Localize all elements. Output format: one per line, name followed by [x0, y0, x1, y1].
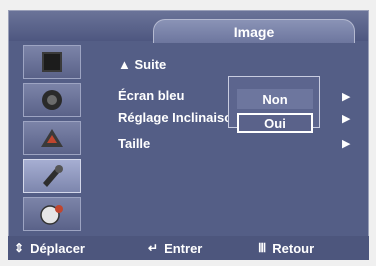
- menu-item-reglage-inclinaison[interactable]: Réglage Inclinaiso: [118, 110, 236, 125]
- menu-item-ecran-bleu[interactable]: Écran bleu: [118, 88, 184, 103]
- satellite-dish-icon: [41, 129, 63, 147]
- option-dropdown: Non Oui: [228, 76, 320, 133]
- menu-item-suite[interactable]: ▲ Suite: [118, 57, 166, 72]
- hint-return-label: Retour: [272, 240, 315, 256]
- hint-move: ⇕ Déplacer: [14, 236, 85, 260]
- sidebar-item-channel[interactable]: [23, 121, 81, 155]
- arrow-right-icon: ▶: [342, 91, 351, 103]
- sidebar-item-input[interactable]: [23, 197, 81, 231]
- speaker-icon: [42, 90, 62, 110]
- option-oui[interactable]: Oui: [237, 113, 313, 133]
- globe-gear-icon: [40, 205, 63, 225]
- menu-panel: Image: [8, 10, 369, 260]
- sidebar-item-picture[interactable]: [23, 45, 81, 79]
- enter-icon: ↵: [148, 241, 159, 255]
- page-title: Image: [153, 19, 355, 43]
- settings-tools-icon: [43, 165, 63, 187]
- option-non[interactable]: Non: [237, 89, 313, 109]
- sidebar-item-setup[interactable]: [23, 159, 81, 193]
- bottom-hint-bar: ⇕ Déplacer ↵ Entrer Ⅲ Retour: [8, 236, 369, 260]
- arrow-right-icon: ▶: [342, 138, 351, 150]
- up-down-icon: ⇕: [14, 241, 25, 255]
- hint-enter: ↵ Entrer: [148, 236, 202, 260]
- hint-return: Ⅲ Retour: [258, 236, 314, 260]
- title-bar: Image: [9, 11, 368, 43]
- sidebar-item-sound[interactable]: [23, 83, 81, 117]
- arrow-right-icon: ▶: [342, 113, 351, 125]
- sidebar: [23, 45, 81, 235]
- tv-screen-icon: [42, 52, 62, 72]
- menu-item-taille[interactable]: Taille: [118, 136, 150, 151]
- hint-move-label: Déplacer: [30, 240, 85, 256]
- hint-enter-label: Entrer: [164, 240, 203, 256]
- return-icon: Ⅲ: [258, 241, 267, 255]
